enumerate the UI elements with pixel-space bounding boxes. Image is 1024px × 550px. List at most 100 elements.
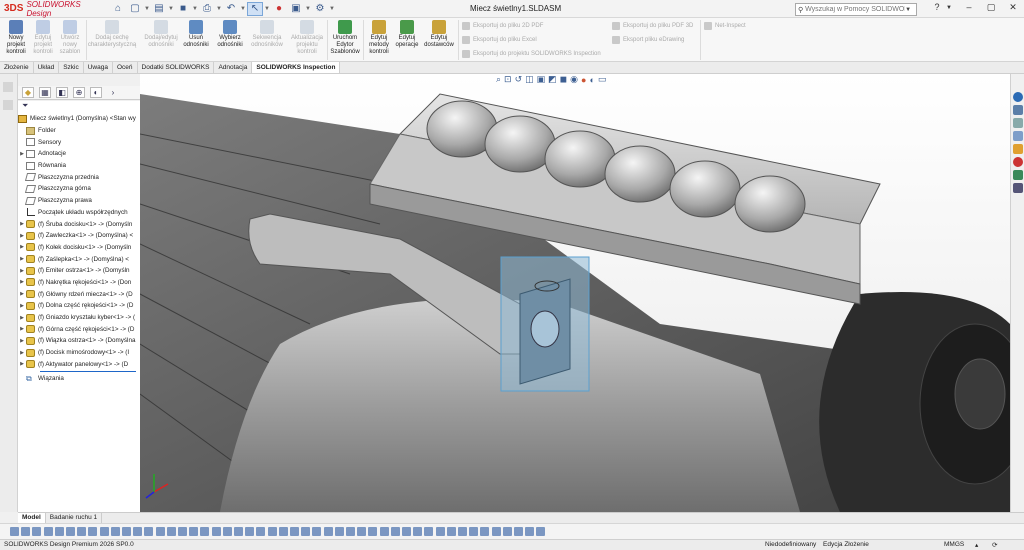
search-dropdown-icon[interactable]: ▼ [905,7,911,13]
pattern-icon[interactable] [536,527,546,536]
tree-item[interactable]: Równania [18,160,140,172]
update-speedpak-icon[interactable] [245,527,255,536]
clearance-icon[interactable] [290,527,299,536]
add-characteristic-button[interactable]: Dodaj cechę charakterystyczną [88,20,136,49]
close-icon[interactable]: ✕ [1006,2,1020,13]
expand-arrow-icon[interactable]: ▶ [18,291,26,297]
expand-arrow-icon[interactable]: ▶ [18,279,26,285]
offset-icon[interactable] [514,527,523,536]
tab-markup[interactable]: Uwaga [84,62,113,73]
forum-icon[interactable] [1013,183,1023,193]
section-view-icon[interactable]: ◫ [525,74,534,85]
expand-arrow-icon[interactable]: ▶ [18,221,26,227]
filter-faces-icon[interactable] [43,527,53,536]
tree-item[interactable]: ▶ (f) Dolna część rękojeści<1> -> (D [18,300,140,312]
linear-pattern-icon[interactable] [122,527,131,536]
performance-evaluation-icon[interactable] [357,527,367,536]
expand-arrow-icon[interactable]: ▶ [18,268,26,274]
smart-dimension-icon[interactable] [424,527,434,536]
tree-item[interactable]: Płaszczyzna przednia [18,171,140,183]
tree-item[interactable]: ▶ (f) Śruba docisku<1> -> (Domyśln [18,218,140,230]
create-template-button[interactable]: Utwórz nowy szablon [57,20,83,56]
circle-icon[interactable] [458,527,467,536]
tab-inspection[interactable]: SOLIDWORKS Inspection [252,62,341,73]
expand-arrow-icon[interactable]: ▶ [18,315,26,321]
help-search-input[interactable] [805,6,906,13]
traffic-light-icon[interactable]: ● [271,2,287,16]
tree-item[interactable]: ▶ Adnotacje [18,148,140,160]
export-excel-button[interactable]: Eksportuj do pliku Excel [462,36,537,44]
tree-item[interactable]: ▶ (f) Nakrętka rękojeści<1> -> (Don [18,277,140,289]
expand-arrow-icon[interactable]: ▶ [18,361,26,367]
custom-properties-icon[interactable] [1013,170,1023,180]
unit-system[interactable]: MMGS [944,541,964,548]
configuration-tab-icon[interactable]: ◧ [56,87,68,98]
sensor-icon[interactable] [346,527,355,536]
save-icon[interactable]: ■ [175,2,191,16]
collision-detection-icon[interactable] [402,527,411,536]
zoom-area-icon[interactable]: ⊡ [504,74,512,85]
expand-arrow-icon[interactable]: ▶ [18,350,26,356]
app-logo[interactable]: 3DS SOLIDWORKS Design [0,0,100,18]
undo-icon[interactable]: ↶ [223,2,239,16]
open-file-icon[interactable]: ▤ [151,2,167,16]
open-dropdown-icon[interactable]: ▼ [168,6,174,12]
section-properties-icon[interactable] [334,527,344,536]
zoom-to-fit-icon[interactable]: ⌕ [496,74,501,85]
move-component-icon[interactable] [144,527,154,536]
line-icon[interactable] [435,527,445,536]
new-inspection-project-button[interactable]: Nowy projekt kontroli [3,20,29,56]
expand-arrow-icon[interactable]: ▶ [18,303,26,309]
trim-icon[interactable] [491,527,501,536]
bill-of-materials-icon[interactable] [211,527,221,536]
tree-item[interactable]: ▶ (f) Wiązka ostrza<1> -> (Domyślna [18,335,140,347]
tree-item[interactable]: ▶ (f) Górna część rękojeści<1> -> (D [18,323,140,335]
tree-item[interactable]: Początek układu współrzędnych [18,207,140,219]
tab-layout[interactable]: Układ [34,62,60,73]
tree-item[interactable]: ▶ (f) Gniazdo kryształu kyber<1> -> ( [18,312,140,324]
net-inspect-button[interactable]: Net-Inspect [704,22,746,30]
take-snapshot-icon[interactable] [256,527,266,536]
update-inspection-project-button[interactable]: Aktualizacja projektu kontroli [288,20,326,56]
rotate-component-icon[interactable] [155,527,165,536]
select-dropdown-icon[interactable]: ▼ [264,6,270,12]
tab-assembly[interactable]: Złożenie [0,62,34,73]
tree-item[interactable]: ▶ (f) Główny rdzeń miecza<1> -> (D [18,288,140,300]
tree-item[interactable]: ▶ (f) Kołek docisku<1> -> (Domyśln [18,242,140,254]
view-palette-icon[interactable] [1013,131,1023,141]
add-edit-balloons-button[interactable]: Dodaj/edytuj odnośniki [140,20,182,49]
expand-arrow-icon[interactable]: ▶ [18,233,26,239]
new-file-icon[interactable]: ▢ [127,2,143,16]
display-style-icon[interactable]: ◼ [560,74,567,85]
previous-view-icon[interactable]: ↺ [515,74,523,85]
select-tool-icon[interactable] [54,527,64,536]
expand-arrow-icon[interactable]: ▶ [18,244,26,250]
minimize-icon[interactable]: – [962,2,976,12]
filter-vertices-icon[interactable] [21,527,31,536]
print-dropdown-icon[interactable]: ▼ [216,6,222,12]
check-tolerance-icon[interactable] [368,527,378,536]
remove-balloons-button[interactable]: Usuń odnośniki [183,20,209,49]
feature-tree-tab-icon[interactable]: ◆ [22,87,34,98]
help-dropdown-icon[interactable]: ▼ [942,5,956,11]
tree-item[interactable]: ▶ (f) Zawleczka<1> -> (Domyślna) < [18,230,140,242]
spline-icon[interactable] [480,527,490,536]
solidworks-resources-icon[interactable] [1013,92,1023,102]
select-cursor-icon[interactable]: ↖ [247,1,263,16]
more-tabs-icon[interactable]: › [107,87,119,98]
scenes-icon[interactable] [1013,157,1023,167]
mate-icon[interactable] [110,527,120,536]
save-dropdown-icon[interactable]: ▼ [192,6,198,12]
new-motion-study-icon[interactable] [200,527,210,536]
design-library-icon[interactable] [1013,105,1023,115]
graphics-area[interactable]: ⌕ ⊡ ↺ ◫ ▣ ◩ ◼ ◉ ● ◐ ▭ [140,74,1010,512]
launch-template-editor-button[interactable]: Uruchom Edytor Szablonów [329,20,361,56]
filter-edges-icon[interactable] [32,527,42,536]
tree-item[interactable]: ▶ (f) Docisk mimośrodowy<1> -> (I [18,347,140,359]
edit-vendors-button[interactable]: Edytuj dostawców [422,20,456,49]
select-balloons-button[interactable]: Wybierz odnośniki [212,20,248,49]
collapse-pane-icon[interactable] [3,82,13,92]
new-part-icon[interactable] [88,527,98,536]
edit-appearance-icon[interactable]: ● [581,75,586,85]
tab-addins[interactable]: Dodatki SOLIDWORKS [138,62,215,73]
